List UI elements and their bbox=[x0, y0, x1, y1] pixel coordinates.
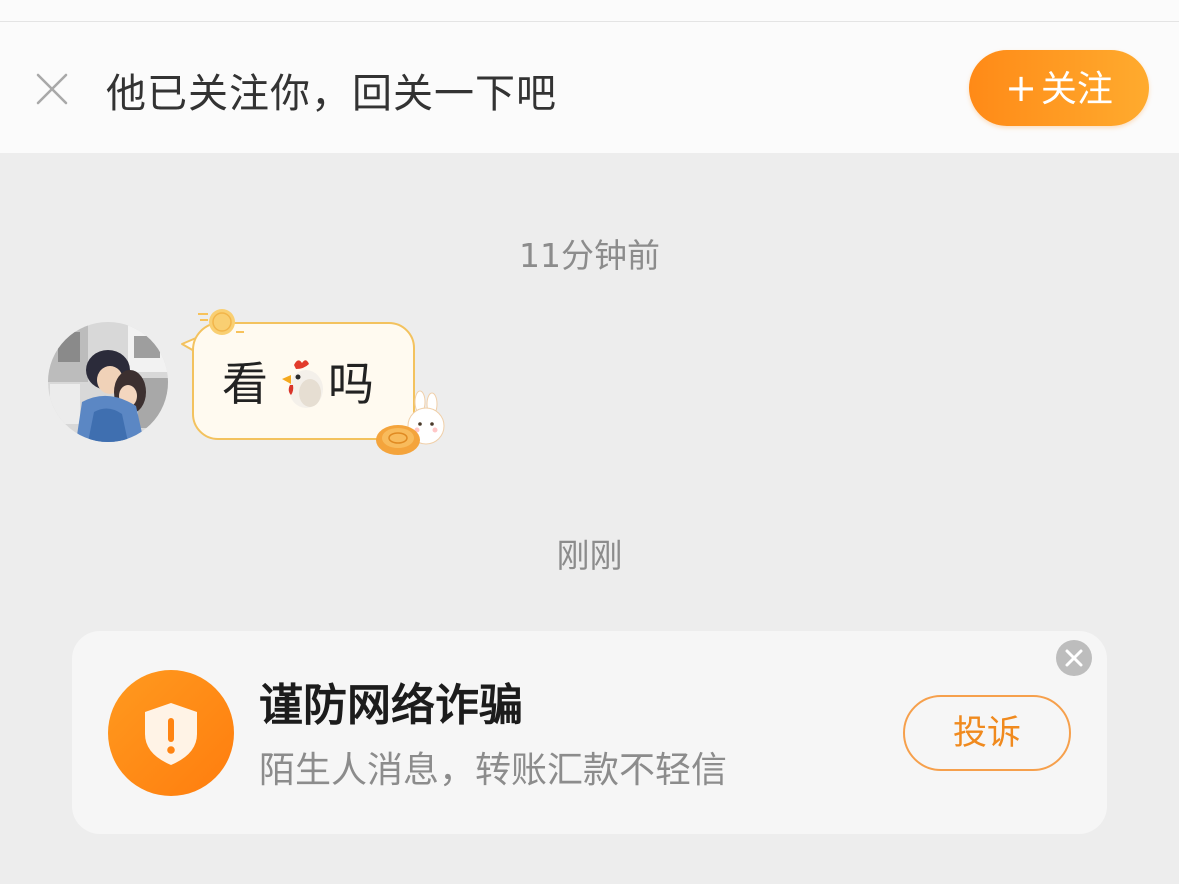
plus-icon: + bbox=[1005, 66, 1037, 110]
mooncake-decoration bbox=[198, 309, 244, 335]
follow-back-prompt: 他已关注你，回关一下吧 bbox=[106, 71, 557, 117]
shield-exclamation-icon bbox=[145, 703, 197, 765]
follow-button-label: 关注 bbox=[1040, 69, 1113, 110]
chicken-emoji-icon bbox=[282, 360, 323, 408]
fraud-warning-title: 谨防网络诈骗 bbox=[259, 680, 523, 731]
follow-button[interactable]: + 关注 bbox=[969, 50, 1149, 126]
close-icon[interactable] bbox=[34, 71, 70, 107]
fraud-warning-subtitle: 陌生人消息，转账汇款不轻信 bbox=[259, 750, 728, 791]
message-timestamp: 11分钟前 bbox=[519, 236, 660, 275]
status-divider bbox=[0, 0, 1179, 22]
avatar[interactable] bbox=[48, 322, 168, 442]
message-text-after: 吗 bbox=[328, 357, 374, 411]
report-button[interactable]: 投诉 bbox=[903, 695, 1071, 771]
message-timestamp-recent: 刚刚 bbox=[556, 536, 623, 575]
card-close-icon[interactable] bbox=[1056, 640, 1092, 676]
message-text-before: 看 bbox=[222, 357, 268, 411]
bunny-mooncake-decoration bbox=[376, 390, 445, 455]
